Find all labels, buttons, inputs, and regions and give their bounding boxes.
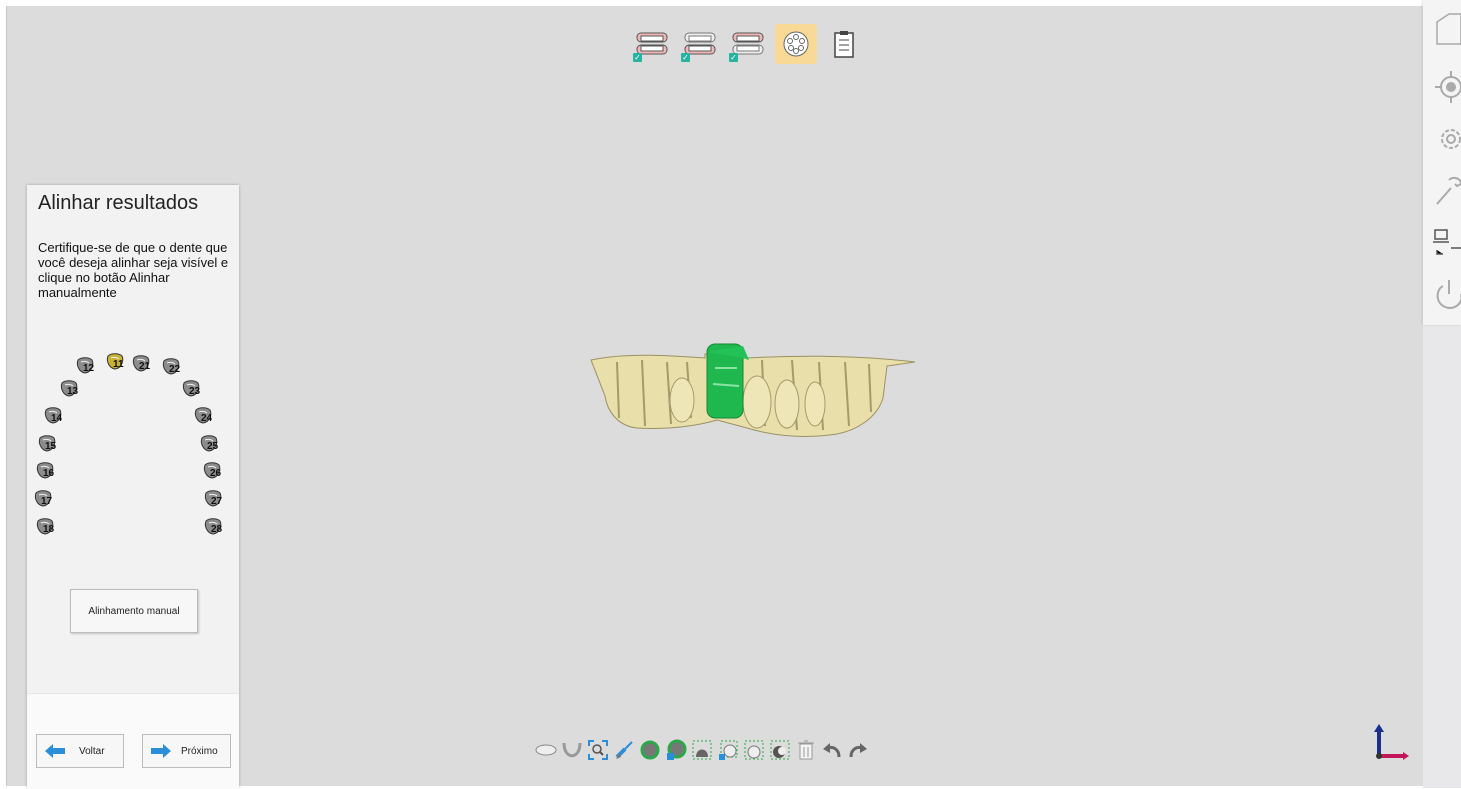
- upper-jaw-view-icon: [535, 744, 557, 756]
- tooth-number: 18: [43, 524, 55, 535]
- tooth-number: 23: [189, 386, 201, 397]
- arrow-right-icon: [151, 744, 171, 758]
- tooth-28[interactable]: 28: [203, 518, 223, 536]
- tooth-number: 22: [169, 364, 181, 375]
- tooth-number: 26: [210, 468, 222, 479]
- bite-mode-button[interactable]: ✓: [727, 24, 769, 64]
- upper-jaw-view-button[interactable]: [533, 736, 559, 764]
- tooth-22[interactable]: 22: [161, 358, 181, 376]
- next-button-label: Próximo: [181, 745, 218, 757]
- tooth-17[interactable]: 17: [33, 490, 53, 508]
- axis-orientation-icon: [1374, 724, 1409, 760]
- lasso-select-icon: [744, 740, 764, 760]
- show-region-button[interactable]: [637, 736, 663, 764]
- delete-icon: [798, 740, 814, 760]
- settings-icon[interactable]: [1431, 120, 1461, 158]
- tooth-18[interactable]: 18: [35, 518, 55, 536]
- dental-model-render[interactable]: [587, 338, 917, 448]
- deselect-region-button[interactable]: [715, 736, 741, 764]
- clipboard-icon: [834, 31, 854, 58]
- lasso-select-button[interactable]: [741, 736, 767, 764]
- panel-instructions: Certifique-se de que o dente que você de…: [38, 240, 229, 300]
- tooth-number: 21: [139, 361, 151, 372]
- tooth-24[interactable]: 24: [193, 407, 213, 425]
- tooth-25[interactable]: 25: [199, 435, 219, 453]
- panel-body: Alinhar resultados Certifique-se de que …: [27, 185, 239, 693]
- order-info-button[interactable]: [823, 24, 865, 64]
- lower-jaw-view-icon: [562, 742, 582, 758]
- tooth-number: 28: [211, 524, 223, 535]
- bite-check-icon: ✓: [729, 53, 738, 62]
- tooth-number: 13: [67, 386, 79, 397]
- target-icon[interactable]: [1431, 68, 1461, 106]
- tooth-number: 24: [201, 413, 213, 424]
- die-mode-button[interactable]: [775, 24, 817, 64]
- tooth-number: 15: [45, 441, 57, 452]
- die-scan-icon: [783, 31, 809, 57]
- lower-jaw-check-icon: ✓: [681, 53, 690, 62]
- 3d-viewport[interactable]: ✓ ✓ ✓ Alinhar resultados Certifique-se d…: [6, 6, 1424, 789]
- right-sidebar: [1423, 0, 1461, 788]
- tooth-23[interactable]: 23: [181, 380, 201, 398]
- new-file-icon[interactable]: [1431, 12, 1461, 50]
- tooth-12[interactable]: 12: [75, 357, 95, 375]
- tooth-16[interactable]: 16: [35, 462, 55, 480]
- undo-button[interactable]: [819, 736, 845, 764]
- tooth-27[interactable]: 27: [203, 490, 223, 508]
- tooth-number: 12: [83, 363, 95, 374]
- back-button-label: Voltar: [79, 745, 105, 757]
- invert-select-icon: [770, 740, 790, 760]
- view-tools-toolbar: [533, 735, 871, 765]
- arrow-left-icon: [45, 744, 65, 758]
- select-region-button[interactable]: [689, 736, 715, 764]
- invert-select-button[interactable]: [767, 736, 793, 764]
- undo-icon: [823, 743, 841, 758]
- tooth-number: 14: [51, 413, 63, 424]
- tooth-11[interactable]: 11: [105, 353, 125, 371]
- next-button[interactable]: Próximo: [142, 734, 231, 768]
- upper-jaw-check-icon: ✓: [633, 53, 642, 62]
- tooth-number: 27: [211, 496, 223, 507]
- brush-button[interactable]: [611, 736, 637, 764]
- workflow-mode-toolbar: ✓ ✓ ✓: [631, 22, 865, 66]
- manual-align-button[interactable]: Alinhamento manual: [70, 589, 198, 633]
- lower-jaw-view-button[interactable]: [559, 736, 585, 764]
- tooth-21[interactable]: 21: [131, 355, 151, 373]
- panel-title: Alinhar resultados: [38, 192, 199, 214]
- brush-icon: [615, 741, 633, 759]
- power-icon[interactable]: [1431, 276, 1461, 314]
- hide-region-icon: [667, 739, 687, 760]
- select-region-icon: [692, 740, 712, 760]
- panel-footer: Voltar Próximo: [27, 693, 239, 789]
- right-tools-panel: [1423, 0, 1461, 325]
- tooth-26[interactable]: 26: [202, 462, 222, 480]
- tooth-15[interactable]: 15: [37, 435, 57, 453]
- zoom-fit-button[interactable]: [585, 736, 611, 764]
- tooth-14[interactable]: 14: [43, 407, 63, 425]
- lower-jaw-mode-button[interactable]: ✓: [679, 24, 721, 64]
- upper-jaw-mode-button[interactable]: ✓: [631, 24, 673, 64]
- tooth-number: 17: [41, 496, 53, 507]
- network-icon[interactable]: [1431, 224, 1461, 262]
- deselect-region-icon: [719, 740, 738, 760]
- tooth-number: 11: [113, 359, 124, 370]
- show-region-icon: [640, 740, 660, 760]
- zoom-fit-icon: [588, 740, 608, 760]
- tooth-number: 16: [43, 468, 55, 479]
- redo-button[interactable]: [845, 736, 871, 764]
- wrench-icon[interactable]: [1431, 172, 1461, 210]
- hide-region-button[interactable]: [663, 736, 689, 764]
- redo-icon: [849, 743, 867, 758]
- tooth-13[interactable]: 13: [59, 380, 79, 398]
- back-button[interactable]: Voltar: [36, 734, 124, 768]
- tooth-number: 25: [207, 441, 219, 452]
- align-results-panel: Alinhar resultados Certifique-se de que …: [27, 185, 239, 789]
- delete-button[interactable]: [793, 736, 819, 764]
